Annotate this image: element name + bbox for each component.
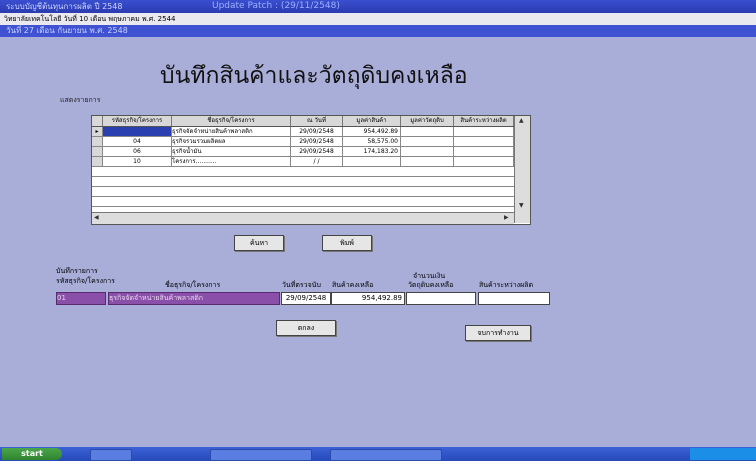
goods-field[interactable]: 954,492.89 — [331, 292, 405, 305]
info-bar: วิทยาลัยเทคโนโลยี วันที่ 10 เดือน พฤษภาค… — [0, 13, 756, 25]
cell-date[interactable]: 29/09/2548 — [291, 127, 343, 136]
materials-label: วัตถุดิบคงเหลือ — [408, 281, 454, 289]
taskbar: start — [0, 447, 756, 461]
code-label: รหัสธุรกิจ/โครงการ — [56, 277, 115, 285]
scroll-right-icon[interactable]: ▶ — [504, 214, 509, 221]
cell-name[interactable]: โครงการ........... — [172, 157, 291, 166]
print-button[interactable]: พิมพ์ — [322, 235, 372, 251]
col-header-wip[interactable]: สินค้าระหว่างผลิต — [454, 116, 514, 126]
col-header-code[interactable]: รหัสธุรกิจ/โครงการ — [103, 116, 172, 126]
goods-label: สินค้าคงเหลือ — [332, 281, 374, 289]
date-bar: วันที่ 27 เดือน กันยายน พ.ศ. 2548 — [0, 25, 756, 37]
page-title: บันทึกสินค้าและวัตถุดิบคงเหลือ — [160, 63, 468, 89]
grid-header: รหัสธุรกิจ/โครงการ ชื่อธุรกิจ/โครงการ ณ … — [92, 116, 514, 127]
cell-code[interactable]: 04 — [103, 137, 172, 146]
start-button[interactable]: start — [2, 448, 62, 460]
cell-goods[interactable]: 174,183.20 — [343, 147, 401, 156]
cell-code[interactable] — [103, 127, 172, 136]
cell-date[interactable]: 29/09/2548 — [291, 147, 343, 156]
wip-field[interactable] — [478, 292, 550, 305]
cell-materials[interactable] — [401, 127, 454, 136]
col-header-date[interactable]: ณ วันที่ — [291, 116, 343, 126]
wip-label: สินค้าระหว่างผลิต — [479, 281, 534, 289]
row-selector[interactable] — [92, 137, 103, 146]
name-field[interactable]: ธุรกิจจัดจำหน่ายสินค้าพลาสติก — [108, 292, 280, 305]
name-label: ชื่อธุรกิจ/โครงการ — [165, 281, 221, 289]
search-button[interactable]: ค้นหา — [234, 235, 284, 251]
cell-code[interactable]: 10 — [103, 157, 172, 166]
materials-field[interactable] — [406, 292, 476, 305]
empty-row[interactable] — [92, 197, 514, 207]
cell-name[interactable]: ธุรกิจรวมรวมผลิตผล — [172, 137, 291, 146]
col-header-materials[interactable]: มูลค่าวัตถุดิบ — [401, 116, 454, 126]
date-text: วันที่ 27 เดือน กันยายน พ.ศ. 2548 — [6, 26, 128, 35]
table-row[interactable]: ▸ ธุรกิจจัดจำหน่ายสินค้าพลาสติก 29/09/25… — [92, 127, 514, 137]
cell-materials[interactable] — [401, 147, 454, 156]
scroll-up-icon[interactable]: ▲ — [519, 117, 524, 124]
title-bar: ระบบบัญชีต้นทุนการผลิต ปี 2548 Update Pa… — [0, 0, 756, 13]
scroll-down-icon[interactable]: ▼ — [519, 202, 524, 209]
cell-wip[interactable] — [454, 127, 514, 136]
taskbar-item[interactable] — [90, 449, 132, 461]
date-label: วันที่ตรวจนับ — [282, 281, 321, 289]
code-field[interactable]: 01 — [56, 292, 106, 305]
close-button[interactable]: จบการทำงาน — [465, 325, 531, 341]
cell-date[interactable]: / / — [291, 157, 343, 166]
list-section-label: แสดงรายการ — [60, 96, 101, 104]
cell-wip[interactable] — [454, 147, 514, 156]
window-title: ระบบบัญชีต้นทุนการผลิต ปี 2548 — [6, 2, 123, 11]
cell-code[interactable]: 06 — [103, 147, 172, 156]
cell-name[interactable]: ธุรกิจน้ำมัน — [172, 147, 291, 156]
row-selector-header — [92, 116, 103, 126]
empty-row[interactable] — [92, 187, 514, 197]
cell-goods[interactable] — [343, 157, 401, 166]
save-button[interactable]: ตกลง — [276, 320, 336, 336]
cell-date[interactable]: 29/09/2548 — [291, 137, 343, 146]
cell-wip[interactable] — [454, 137, 514, 146]
taskbar-item[interactable] — [330, 449, 442, 461]
count-date-field[interactable]: 29/09/2548 — [281, 292, 331, 305]
info-text: วิทยาลัยเทคโนโลยี วันที่ 10 เดือน พฤษภาค… — [4, 15, 176, 23]
table-row[interactable]: 04 ธุรกิจรวมรวมผลิตผล 29/09/2548 58,575.… — [92, 137, 514, 147]
system-tray — [690, 448, 756, 460]
table-row[interactable]: 06 ธุรกิจน้ำมัน 29/09/2548 174,183.20 — [92, 147, 514, 157]
row-selector[interactable] — [92, 157, 103, 166]
cell-name[interactable]: ธุรกิจจัดจำหน่ายสินค้าพลาสติก — [172, 127, 291, 136]
horizontal-scrollbar[interactable]: ◀ ▶ — [92, 212, 514, 224]
update-patch-text: Update Patch : (29/11/2548) — [212, 1, 340, 11]
vertical-scrollbar[interactable]: ▲ ▼ — [514, 116, 530, 223]
col-header-name[interactable]: ชื่อธุรกิจ/โครงการ — [172, 116, 291, 126]
row-selector[interactable] — [92, 147, 103, 156]
inventory-grid[interactable]: รหัสธุรกิจ/โครงการ ชื่อธุรกิจ/โครงการ ณ … — [91, 115, 531, 225]
table-row[interactable]: 10 โครงการ........... / / — [92, 157, 514, 167]
empty-row[interactable] — [92, 177, 514, 187]
cell-goods[interactable]: 954,492.89 — [343, 127, 401, 136]
empty-row[interactable] — [92, 167, 514, 177]
cell-wip[interactable] — [454, 157, 514, 166]
row-pointer-icon: ▸ — [92, 127, 103, 136]
taskbar-item[interactable] — [210, 449, 312, 461]
col-header-goods[interactable]: มูลค่าสินค้า — [343, 116, 401, 126]
cell-goods[interactable]: 58,575.00 — [343, 137, 401, 146]
cell-materials[interactable] — [401, 157, 454, 166]
scroll-left-icon[interactable]: ◀ — [94, 214, 99, 221]
cell-materials[interactable] — [401, 137, 454, 146]
